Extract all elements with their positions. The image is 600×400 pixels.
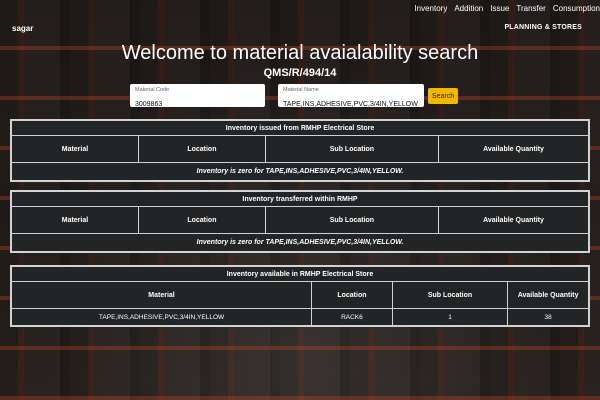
col-location: Location bbox=[311, 281, 393, 309]
brand-name: sagar bbox=[12, 24, 34, 33]
nav-transfer[interactable]: Transfer bbox=[516, 4, 546, 13]
cell-material: TAPE,INS,ADHESIVE,PVC,3/4IN,YELLOW bbox=[10, 308, 313, 326]
col-available-quantity: Available Quantity bbox=[437, 206, 590, 234]
col-material: Material bbox=[11, 135, 139, 163]
search-button[interactable]: Search bbox=[428, 88, 458, 104]
cell-quantity: 38 bbox=[507, 308, 589, 326]
table-row: TAPE,INS,ADHESIVE,PVC,3/4IN,YELLOW RACK6… bbox=[10, 308, 589, 326]
issued-inventory-card: Inventory issued from RMHP Electrical St… bbox=[10, 119, 590, 182]
issued-card-title: Inventory issued from RMHP Electrical St… bbox=[11, 120, 589, 136]
col-material: Material bbox=[11, 206, 139, 234]
col-material: Material bbox=[10, 281, 313, 309]
col-sub-location: Sub Location bbox=[264, 206, 439, 234]
page-title: Welcome to material avaialability search bbox=[121, 42, 479, 64]
material-code-label: Material Code bbox=[135, 87, 170, 93]
nav-issue[interactable]: Issue bbox=[490, 4, 509, 13]
transferred-inventory-card: Inventory transferred within RMHP Materi… bbox=[10, 190, 590, 253]
nav-addition[interactable]: Addition bbox=[454, 4, 483, 13]
form-code: QMS/R/494/14 bbox=[263, 67, 337, 79]
col-available-quantity: Available Quantity bbox=[507, 281, 589, 309]
material-name-field[interactable]: Material Name bbox=[278, 84, 424, 108]
planning-stores-link[interactable]: PLANNING & STORES bbox=[504, 24, 582, 31]
available-inventory-card: Inventory available in RMHP Electrical S… bbox=[10, 265, 590, 327]
issued-empty-message: Inventory is zero for TAPE,INS,ADHESIVE,… bbox=[11, 162, 589, 181]
cell-location: RACK6 bbox=[311, 308, 393, 326]
material-name-label: Material Name bbox=[283, 87, 319, 93]
material-code-input[interactable] bbox=[135, 101, 260, 108]
nav-consumption[interactable]: Consumption bbox=[553, 4, 600, 13]
cell-sub-location: 1 bbox=[391, 308, 509, 326]
transferred-empty-message: Inventory is zero for TAPE,INS,ADHESIVE,… bbox=[11, 233, 589, 252]
available-card-title: Inventory available in RMHP Electrical S… bbox=[11, 266, 589, 282]
transferred-card-title: Inventory transferred within RMHP bbox=[11, 191, 589, 207]
col-location: Location bbox=[137, 135, 266, 163]
nav-inventory[interactable]: Inventory bbox=[414, 4, 447, 13]
col-sub-location: Sub Location bbox=[391, 281, 509, 309]
material-code-field[interactable]: Material Code bbox=[130, 84, 265, 108]
material-name-input[interactable] bbox=[283, 101, 419, 108]
top-nav: Inventory Addition Issue Transfer Consum… bbox=[414, 4, 600, 13]
col-sub-location: Sub Location bbox=[264, 135, 439, 163]
col-location: Location bbox=[137, 206, 266, 234]
col-available-quantity: Available Quantity bbox=[437, 135, 590, 163]
